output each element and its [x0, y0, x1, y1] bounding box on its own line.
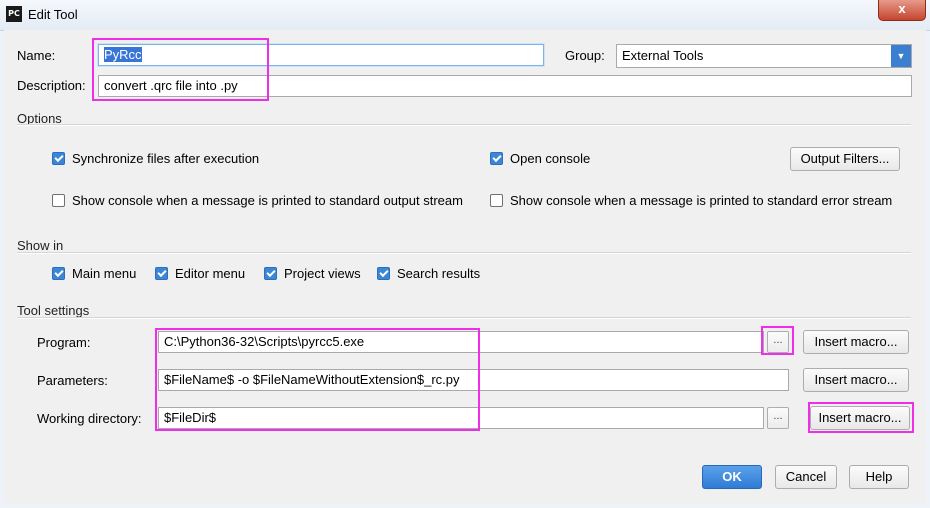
show-console-stderr-label: Show console when a message is printed t… [510, 193, 893, 208]
project-views-checkbox[interactable]: Project views [264, 266, 361, 281]
name-input-value: PyRcc [104, 47, 142, 62]
show-console-stderr-checkbox[interactable]: Show console when a message is printed t… [490, 193, 892, 208]
sync-files-checkbox[interactable]: Synchronize files after execution [52, 151, 259, 166]
name-label: Name: [17, 48, 56, 63]
checkbox-unchecked-icon [490, 194, 503, 207]
help-button[interactable]: Help [849, 465, 909, 489]
program-insert-macro-button[interactable]: Insert macro... [803, 330, 909, 354]
options-divider [17, 124, 911, 126]
editor-menu-label: Editor menu [175, 266, 246, 281]
description-input[interactable]: convert .qrc file into .py [98, 75, 912, 97]
group-combobox[interactable]: External Tools ▼ [616, 44, 912, 68]
name-input[interactable]: PyRcc [98, 44, 544, 66]
sync-files-label: Synchronize files after execution [72, 151, 260, 166]
editor-menu-checkbox[interactable]: Editor menu [155, 266, 245, 281]
open-console-label: Open console [510, 151, 591, 166]
group-label: Group: [565, 48, 605, 63]
output-filters-button[interactable]: Output Filters... [790, 147, 900, 171]
group-combobox-value: External Tools [622, 48, 704, 63]
tool-settings-divider [17, 317, 911, 319]
project-views-label: Project views [284, 266, 361, 281]
program-label: Program: [37, 335, 91, 350]
parameters-label: Parameters: [37, 373, 108, 388]
show-console-stdout-label: Show console when a message is printed t… [72, 193, 463, 208]
checkbox-checked-icon [155, 267, 168, 280]
window-title: Edit Tool [28, 7, 78, 22]
show-console-stdout-checkbox[interactable]: Show console when a message is printed t… [52, 193, 463, 208]
program-input[interactable]: C:\Python36-32\Scripts\pyrcc5.exe [158, 331, 764, 353]
working-directory-insert-macro-button[interactable]: Insert macro... [810, 406, 910, 430]
show-in-divider [17, 252, 911, 254]
working-directory-input[interactable]: $FileDir$ [158, 407, 764, 429]
show-in-section-title: Show in [17, 238, 64, 253]
pycharm-app-icon: PC [6, 6, 22, 22]
cancel-button[interactable]: Cancel [775, 465, 837, 489]
parameters-input[interactable]: $FileName$ -o $FileNameWithoutExtension$… [158, 369, 789, 391]
search-results-label: Search results [397, 266, 481, 281]
main-menu-checkbox[interactable]: Main menu [52, 266, 136, 281]
main-menu-label: Main menu [72, 266, 137, 281]
checkbox-checked-icon [52, 152, 65, 165]
search-results-checkbox[interactable]: Search results [377, 266, 480, 281]
parameters-insert-macro-button[interactable]: Insert macro... [803, 368, 909, 392]
tool-settings-section-title: Tool settings [17, 303, 90, 318]
ok-button[interactable]: OK [702, 465, 762, 489]
checkbox-checked-icon [52, 267, 65, 280]
title-bar: PC Edit Tool x [0, 0, 930, 31]
description-label: Description: [17, 78, 86, 93]
checkbox-checked-icon [490, 152, 503, 165]
close-button[interactable]: x [878, 0, 926, 21]
working-directory-browse-button[interactable]: ... [767, 407, 789, 429]
checkbox-checked-icon [264, 267, 277, 280]
chevron-down-icon[interactable]: ▼ [891, 45, 911, 67]
edit-tool-dialog: Name: PyRcc Group: External Tools ▼ Desc… [4, 30, 926, 504]
open-console-checkbox[interactable]: Open console [490, 151, 590, 166]
working-directory-label: Working directory: [37, 411, 142, 426]
program-browse-button[interactable]: ... [767, 331, 789, 353]
checkbox-unchecked-icon [52, 194, 65, 207]
checkbox-checked-icon [377, 267, 390, 280]
